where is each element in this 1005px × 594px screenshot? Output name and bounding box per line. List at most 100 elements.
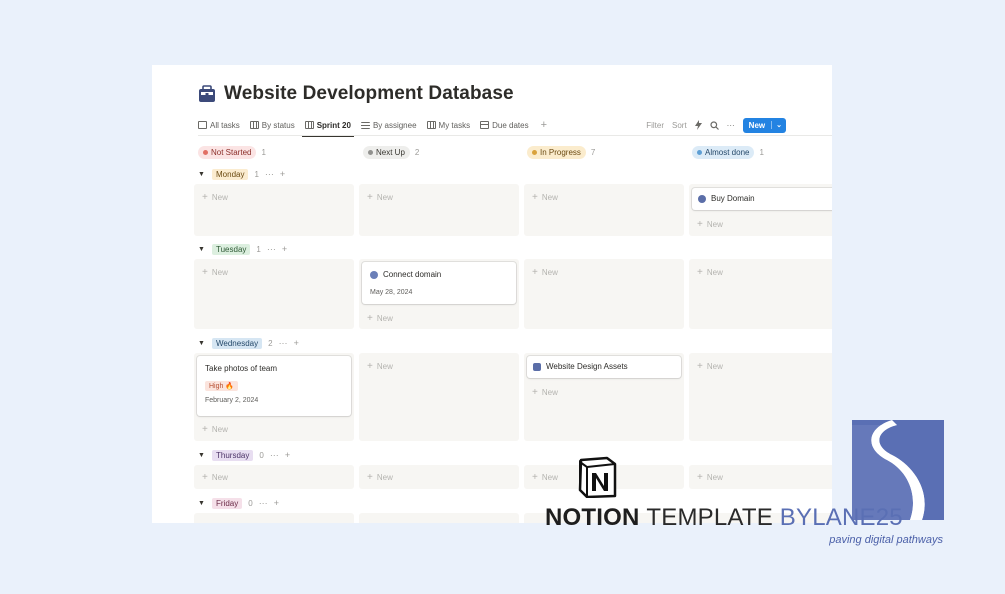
filter-button[interactable]: Filter — [646, 121, 664, 130]
column-header-almost-done[interactable]: Almost done 1 — [692, 145, 764, 159]
add-new-button[interactable]: + New — [697, 267, 723, 278]
database-toolbar: Filter Sort ··· New ⌄ — [646, 115, 786, 135]
lane25-logo-icon — [852, 420, 944, 520]
column-count: 1 — [261, 147, 266, 157]
group-header-wednesday[interactable]: ▼ Wednesday 2 ··· + — [198, 336, 299, 350]
plus-icon: + — [532, 267, 538, 278]
add-icon[interactable]: + — [285, 450, 290, 460]
task-card-buy-domain[interactable]: Buy Domain — [692, 188, 832, 210]
column-count: 2 — [414, 147, 420, 157]
more-icon[interactable]: ··· — [279, 338, 288, 348]
status-badge: Almost done — [692, 145, 755, 159]
group-header-thursday[interactable]: ▼ Thursday 0 ··· + — [198, 448, 290, 462]
board-icon — [304, 121, 314, 129]
add-new-button[interactable]: + New — [367, 361, 393, 372]
add-new-button[interactable]: + New — [202, 267, 228, 278]
add-new-button[interactable]: + New — [367, 192, 393, 203]
plus-icon: + — [202, 267, 208, 278]
status-dot — [532, 149, 537, 155]
add-new-button[interactable]: + New — [697, 361, 723, 372]
triangle-down-icon[interactable]: ▼ — [198, 246, 206, 253]
add-new-button[interactable]: + New — [202, 472, 228, 483]
add-icon[interactable]: + — [280, 169, 285, 179]
add-new-button[interactable]: + New — [367, 472, 393, 483]
brand-tagline: paving digital pathways — [829, 534, 943, 546]
status-dot — [203, 149, 208, 155]
add-new-button[interactable]: + New — [367, 313, 393, 324]
triangle-down-icon[interactable]: ▼ — [198, 171, 206, 178]
group-tag: Monday — [212, 168, 249, 180]
group-tag: Tuesday — [212, 243, 251, 255]
calendar-icon — [480, 121, 490, 129]
status-dot — [697, 149, 702, 155]
dollar-icon — [698, 194, 706, 203]
status-dot — [368, 149, 373, 155]
group-header-monday[interactable]: ▼ Monday 1 ··· + — [198, 167, 285, 181]
priority-badge: High 🔥 — [205, 381, 239, 391]
add-new-button[interactable]: + New — [202, 192, 228, 203]
task-card-take-photos[interactable]: Take photos of team High 🔥 February 2, 2… — [197, 356, 351, 416]
add-icon[interactable]: + — [274, 498, 279, 508]
chevron-down-icon[interactable]: ⌄ — [771, 121, 786, 129]
more-icon[interactable]: ··· — [267, 244, 276, 254]
more-icon[interactable]: ··· — [259, 498, 268, 508]
triangle-down-icon[interactable]: ▼ — [198, 500, 206, 507]
task-card-connect-domain[interactable]: Connect domain May 28, 2024 — [362, 262, 516, 304]
task-date: May 28, 2024 — [370, 289, 413, 296]
plus-icon: + — [697, 361, 703, 372]
add-new-button[interactable]: + New — [532, 267, 558, 278]
plus-icon: + — [532, 192, 538, 203]
group-count: 1 — [254, 169, 259, 179]
more-options-button[interactable]: ··· — [727, 121, 735, 130]
add-new-button[interactable]: + New — [697, 219, 723, 230]
tab-all-tasks[interactable]: All tasks — [198, 115, 240, 135]
add-new-button[interactable]: + New — [532, 387, 558, 398]
column-header-in-progress[interactable]: In Progress 7 — [527, 145, 595, 159]
task-card-design-assets[interactable]: Website Design Assets — [527, 356, 681, 378]
tab-sprint-20[interactable]: Sprint 20 — [301, 115, 355, 137]
plus-icon: + — [697, 219, 703, 230]
group-count: 2 — [268, 338, 273, 348]
group-count: 0 — [259, 450, 264, 460]
column-header-not-started[interactable]: Not Started 1 — [198, 145, 266, 159]
group-tag: Thursday — [212, 449, 254, 461]
tab-due-dates[interactable]: Due dates — [480, 115, 529, 135]
palette-icon — [533, 362, 541, 371]
table-icon — [198, 121, 207, 129]
page-title: Website Development Database — [224, 83, 514, 104]
column-header-next-up[interactable]: Next Up 2 — [363, 145, 419, 159]
triangle-down-icon[interactable]: ▼ — [198, 340, 206, 347]
board-cell — [194, 513, 354, 523]
search-icon[interactable] — [710, 120, 719, 130]
list-icon — [360, 121, 370, 129]
new-button-label: New — [748, 120, 766, 130]
new-button[interactable]: New ⌄ — [742, 117, 786, 133]
tab-by-assignee[interactable]: By assignee — [360, 115, 417, 135]
more-icon[interactable]: ··· — [270, 450, 279, 460]
add-new-button[interactable]: + New — [532, 192, 558, 203]
group-header-tuesday[interactable]: ▼ Tuesday 1 ··· + — [198, 242, 287, 256]
plus-icon: + — [697, 267, 703, 278]
triangle-down-icon[interactable]: ▼ — [198, 452, 206, 459]
plus-icon: + — [532, 472, 538, 483]
tab-by-status[interactable]: By status — [249, 115, 295, 135]
sort-button[interactable]: Sort — [672, 121, 687, 130]
brand-notion: NOTION — [545, 504, 640, 531]
add-icon[interactable]: + — [282, 244, 287, 254]
group-header-friday[interactable]: ▼ Friday 0 ··· + — [198, 496, 279, 510]
lightning-icon[interactable] — [694, 120, 702, 130]
notion-logo-icon — [578, 456, 617, 498]
brand-by: BY — [779, 504, 813, 531]
more-icon[interactable]: ··· — [265, 169, 274, 179]
plus-icon: + — [202, 472, 208, 483]
column-count: 7 — [590, 147, 596, 157]
plus-icon: + — [367, 192, 373, 203]
tab-my-tasks[interactable]: My tasks — [426, 115, 470, 135]
add-view-button[interactable]: + — [541, 119, 547, 131]
brand-watermark: NOTION TEMPLATE BYLANE25 paving digital … — [545, 420, 945, 550]
briefcase-icon — [199, 85, 215, 102]
add-new-button[interactable]: + New — [202, 424, 228, 435]
plus-icon: + — [367, 313, 373, 324]
add-icon[interactable]: + — [294, 338, 299, 348]
plus-icon: + — [367, 361, 373, 372]
